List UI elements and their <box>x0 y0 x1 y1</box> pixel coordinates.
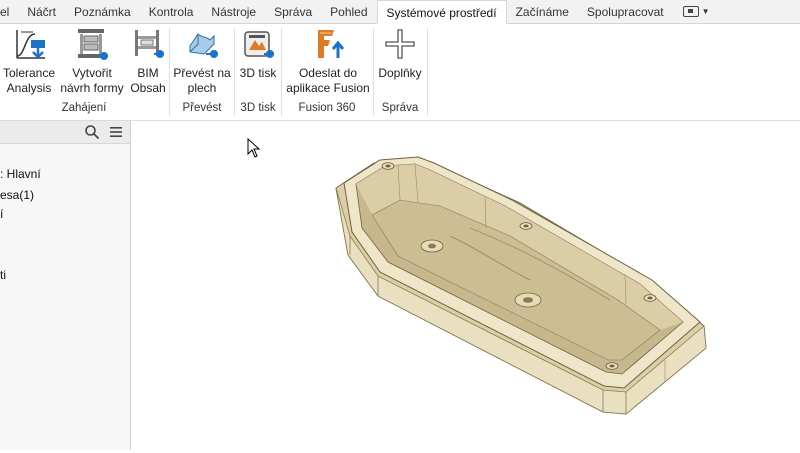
group-label-3d-print: 3D tisk <box>240 102 276 114</box>
group-label-convert: Převést <box>182 102 222 114</box>
print3d-label: 3D tisk <box>239 66 277 80</box>
menu-tab-bar: el Náčrt Poznámka Kontrola Nástroje Sprá… <box>0 0 800 24</box>
browser-header <box>0 121 130 144</box>
bim-content-icon <box>135 30 164 58</box>
tab-sketch[interactable]: Náčrt <box>18 0 65 23</box>
bim-label-1: BIM <box>137 66 159 80</box>
tab-inspect[interactable]: Kontrola <box>140 0 203 23</box>
tolerance-analysis-button[interactable]: Tolerance Analysis <box>2 26 56 96</box>
plus-icon <box>385 29 415 59</box>
addins-label: Doplňky <box>378 66 422 80</box>
mouse-pointer-icon <box>247 138 261 158</box>
chevron-down-icon: ▼ <box>701 7 710 16</box>
add-ins-button[interactable]: Doplňky <box>376 26 424 81</box>
fusion-label-2: aplikace Fusion <box>286 81 370 95</box>
tab-annotate[interactable]: Poznámka <box>65 0 140 23</box>
tab-tools[interactable]: Nástroje <box>202 0 265 23</box>
tree-item-body[interactable]: esa(1) <box>0 188 34 202</box>
tab-manage[interactable]: Správa <box>265 0 321 23</box>
tree-item-view-main[interactable]: : Hlavní <box>0 167 41 181</box>
convert-to-sheet-metal-button[interactable]: Převést na plech <box>172 26 232 96</box>
tolerance-label-2: Analysis <box>6 81 52 95</box>
create-mold-design-button[interactable]: Vytvořit návrh formy <box>58 26 126 96</box>
tolerance-label-1: Tolerance <box>2 66 56 80</box>
display-mode-icon <box>682 6 699 17</box>
group-label-manage: Správa <box>381 102 419 114</box>
group-separator <box>427 28 428 116</box>
tab-get-started[interactable]: Začínáme <box>507 0 578 23</box>
tree-item-origin[interactable]: í <box>0 207 3 221</box>
sheet-metal-icon <box>189 33 218 58</box>
3d-print-button[interactable]: 3D tisk <box>237 26 279 81</box>
tab-view[interactable]: Pohled <box>321 0 376 23</box>
tree-item-end-of-part[interactable]: ti <box>0 268 6 282</box>
ribbon-display-toggle[interactable]: ▼ <box>677 0 716 23</box>
tolerance-analysis-icon <box>16 30 45 59</box>
model-browser: : Hlavní esa(1) í ti <box>0 121 131 450</box>
mold-label-2: návrh formy <box>60 81 124 95</box>
tab-model[interactable]: el <box>0 0 18 23</box>
ribbon-panel: Tolerance Analysis Vytvořit návrh formy … <box>0 24 800 121</box>
graphics-canvas[interactable] <box>131 121 800 450</box>
group-label-start: Zahájení <box>61 102 107 114</box>
3d-print-icon <box>244 31 274 58</box>
fusion-360-icon <box>318 30 345 58</box>
tab-collaborate[interactable]: Spolupracovat <box>578 0 673 23</box>
send-to-fusion-button[interactable]: Odeslat do aplikace Fusion <box>284 26 372 96</box>
3d-part-model[interactable] <box>131 121 800 450</box>
hamburger-menu-icon[interactable] <box>108 124 124 140</box>
tab-environments[interactable]: Systémové prostředí <box>376 0 507 24</box>
sheet-label-1: Převést na <box>173 66 231 80</box>
fusion-label-1: Odeslat do <box>298 66 358 80</box>
sheet-label-2: plech <box>187 81 217 95</box>
bim-label-2: Obsah <box>130 81 166 95</box>
mold-label-1: Vytvořit <box>72 66 112 80</box>
mold-design-icon <box>78 29 108 60</box>
search-icon[interactable] <box>84 124 100 140</box>
group-label-fusion: Fusion 360 <box>298 102 356 114</box>
bim-content-button[interactable]: BIM Obsah <box>128 26 168 96</box>
